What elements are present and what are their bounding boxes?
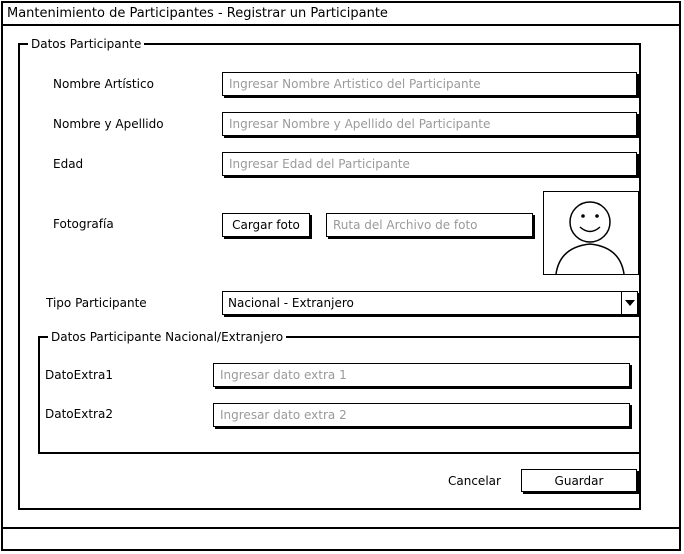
status-bar <box>3 527 679 549</box>
save-button[interactable]: Guardar <box>521 469 637 492</box>
tipo-participante-value: Nacional - Extranjero <box>228 296 354 310</box>
dato-extra1-label: DatoExtra1 <box>45 368 113 382</box>
app-window: Mantenimiento de Participantes - Registr… <box>1 1 681 551</box>
nombre-artistico-label: Nombre Artístico <box>53 77 154 91</box>
photo-path-input[interactable] <box>326 213 533 237</box>
window-title: Mantenimiento de Participantes - Registr… <box>3 3 679 26</box>
extra-data-legend: Datos Participante Nacional/Extranjero <box>51 330 284 344</box>
dato-extra1-input[interactable] <box>213 363 630 387</box>
dato-extra2-input[interactable] <box>213 403 630 427</box>
edad-label: Edad <box>53 157 84 171</box>
participant-data-legend: Datos Participante <box>31 37 142 51</box>
cancel-button[interactable]: Cancelar <box>448 474 501 488</box>
nombre-apellido-label: Nombre y Apellido <box>53 117 164 131</box>
tipo-participante-label: Tipo Participante <box>46 296 147 310</box>
nombre-apellido-input[interactable] <box>222 112 637 136</box>
tipo-participante-select[interactable]: Nacional - Extranjero <box>222 291 638 315</box>
photo-preview <box>543 191 639 275</box>
upload-photo-button[interactable]: Cargar foto <box>222 213 310 237</box>
fotografia-label: Fotografía <box>53 217 114 231</box>
extra-data-fieldset: Datos Participante Nacional/Extranjero <box>38 330 641 454</box>
nombre-artistico-input[interactable] <box>222 72 637 96</box>
dato-extra2-label: DatoExtra2 <box>45 407 113 421</box>
smiley-face-icon <box>555 201 625 275</box>
edad-input[interactable] <box>222 152 637 176</box>
chevron-down-icon[interactable] <box>621 292 637 314</box>
